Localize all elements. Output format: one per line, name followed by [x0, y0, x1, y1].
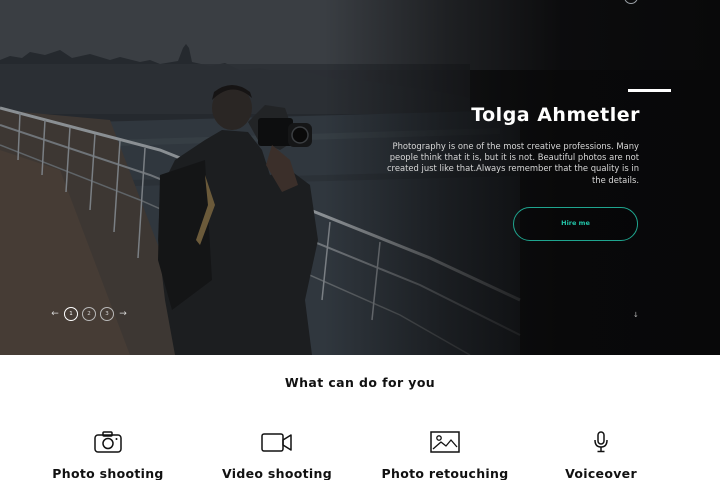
- slider-next-arrow-icon[interactable]: →: [116, 309, 130, 319]
- microphone-icon: [594, 431, 608, 453]
- scroll-down-icon[interactable]: ↓: [633, 312, 639, 319]
- camera-icon: [94, 431, 122, 453]
- service-label: Voiceover: [565, 466, 637, 480]
- services-title: What can do for you: [284, 375, 436, 390]
- video-camera-icon: [261, 433, 292, 452]
- service-photo-shooting[interactable]: Photo shooting: [33, 430, 183, 480]
- service-label: Video shooting: [222, 466, 332, 480]
- slider-prev-arrow-icon[interactable]: ←: [48, 309, 62, 319]
- hero-section: Tolga Ahmetler Photography is one of the…: [0, 0, 720, 355]
- slider-page-2[interactable]: 2: [82, 307, 96, 321]
- service-video-shooting[interactable]: Video shooting: [202, 430, 352, 480]
- service-label: Photo retouching: [381, 466, 509, 480]
- hire-me-button[interactable]: Hire me: [513, 207, 638, 241]
- service-voiceover[interactable]: Voiceover: [526, 430, 676, 480]
- hero-title: Tolga Ahmetler: [471, 104, 640, 126]
- title-accent-line: [628, 89, 671, 92]
- slider-controls: ← 1 2 3 →: [48, 305, 130, 323]
- service-photo-retouching[interactable]: Photo retouching: [370, 430, 520, 480]
- image-icon: [430, 431, 460, 453]
- slider-page-3[interactable]: 3: [100, 307, 114, 321]
- service-label: Photo shooting: [52, 466, 164, 480]
- hero-description: Photography is one of the most creative …: [386, 141, 639, 185]
- slider-page-1[interactable]: 1: [64, 307, 78, 321]
